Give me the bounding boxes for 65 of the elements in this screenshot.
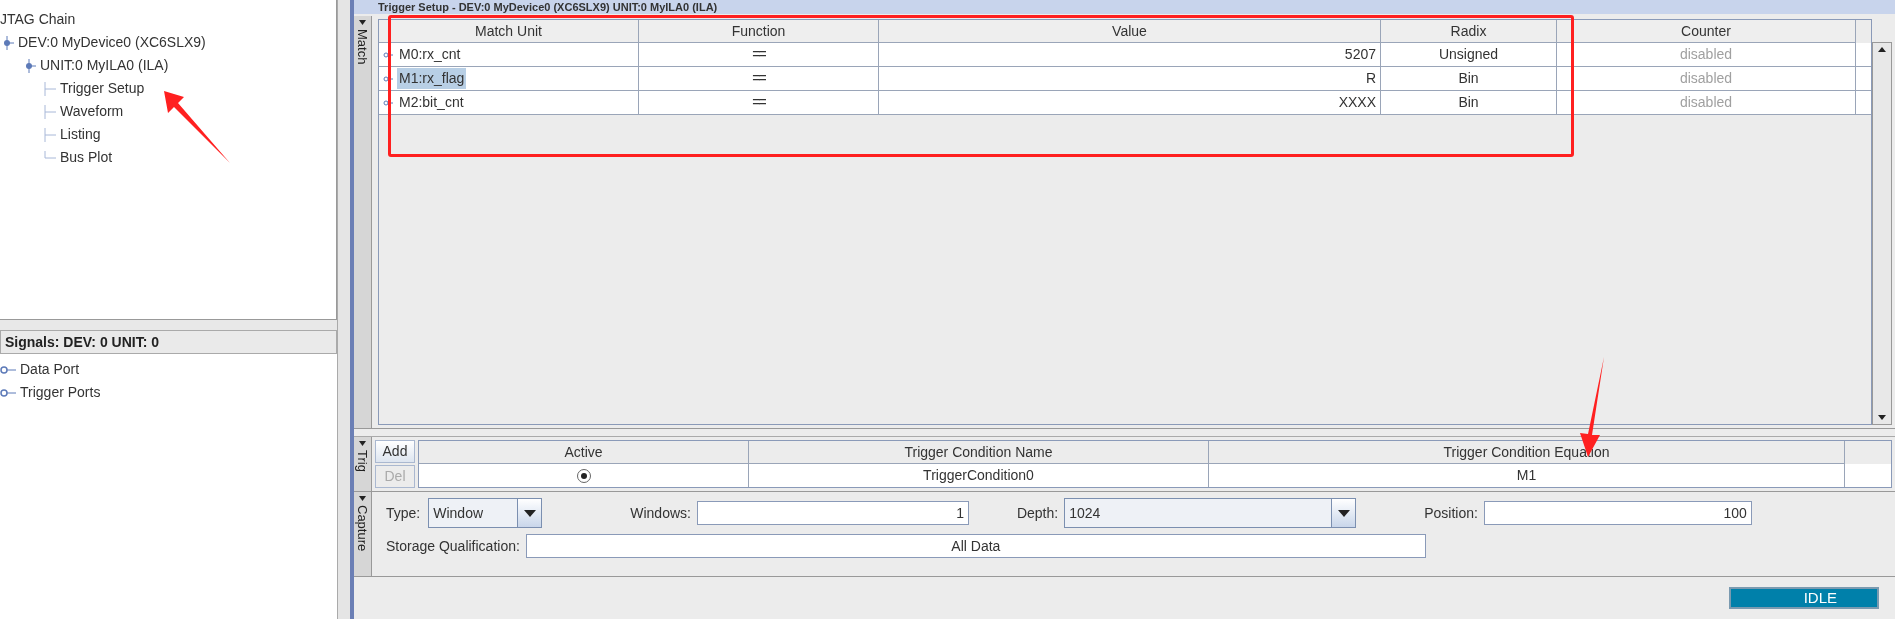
table-cell: M1: [1209, 464, 1845, 487]
caret-icon: [523, 509, 536, 517]
field-label: Storage Qualification:: [386, 536, 520, 556]
column-header[interactable]: Match Unit: [379, 20, 639, 43]
table-button[interactable]: Add: [375, 440, 415, 463]
column-header[interactable]: Value: [879, 20, 1381, 43]
table-cell: disabled: [1557, 91, 1856, 114]
table-cell: 5207: [879, 43, 1381, 66]
tree-item[interactable]: Trigger Setup: [60, 78, 145, 99]
tree-line-icon: [44, 81, 56, 96]
field-label: Depth:: [1016, 503, 1059, 523]
caret-icon: [1337, 509, 1350, 517]
port-icon: [0, 387, 16, 398]
section-tab[interactable]: Capture: [354, 492, 372, 576]
table-cell: ==: [639, 91, 879, 114]
scroll-down-icon: [1878, 415, 1886, 420]
table-cell: ==: [639, 67, 879, 90]
table-cell: M1:rx_flag: [397, 68, 467, 89]
table-cell: ==: [639, 43, 879, 66]
table-cell: disabled: [1557, 67, 1856, 90]
tree-line-icon: [44, 104, 56, 119]
table-cell: R: [879, 67, 1381, 90]
table-cell: Bin: [1381, 91, 1557, 114]
dropdown[interactable]: Window: [428, 498, 543, 528]
tree-root[interactable]: JTAG Chain: [0, 8, 336, 31]
table-cell-text: M2:bit_cnt: [398, 93, 465, 112]
table-cell: XXXX: [879, 91, 1381, 114]
column-header[interactable]: Function: [639, 20, 879, 43]
table-cell-text: M0:rx_cnt: [398, 45, 462, 64]
tree-item[interactable]: Waveform: [60, 101, 124, 122]
field-label: Position:: [1424, 503, 1478, 523]
tree-item[interactable]: Data Port: [20, 359, 80, 380]
port-icon: [0, 364, 16, 375]
collapse-icon: [359, 496, 366, 501]
expand-icon: [383, 98, 393, 107]
status-indicator: IDLE: [1729, 587, 1879, 609]
section-tab[interactable]: Trig: [354, 437, 372, 491]
windows-field[interactable]: 1: [696, 501, 969, 525]
radio-button[interactable]: [576, 468, 591, 483]
scroll-up-icon: [1878, 47, 1886, 52]
field-label: Type:: [386, 503, 421, 523]
table-cell: Unsigned: [1381, 43, 1557, 66]
tree-item[interactable]: Listing: [60, 124, 101, 145]
expand-icon: [383, 74, 393, 83]
expand-icon: [383, 50, 393, 59]
table-cell: Bin: [1381, 67, 1557, 90]
tree-item[interactable]: DEV:0 MyDevice0 (XC6SLX9): [18, 32, 206, 53]
section-tab[interactable]: Match: [354, 16, 372, 428]
table-cell: TriggerCondition0: [749, 464, 1209, 487]
collapse-icon: [359, 441, 366, 446]
tree-line-icon: [44, 127, 56, 142]
position-field[interactable]: 100: [1483, 501, 1752, 525]
storage-field[interactable]: All Data: [525, 534, 1426, 558]
table-cell: disabled: [1557, 43, 1856, 66]
window-title: Trigger Setup - DEV:0 MyDevice0 (XC6SLX9) UNIT:0 MyILA0 (ILA): [378, 0, 718, 14]
signals-header: Signals: DEV: 0 UNIT: 0: [0, 330, 337, 354]
tree-item[interactable]: UNIT:0 MyILA0 (ILA): [40, 55, 169, 76]
column-header[interactable]: Radix: [1381, 20, 1557, 43]
collapse-icon: [359, 20, 366, 25]
scrollbar[interactable]: [1872, 42, 1892, 425]
field-label: Windows:: [630, 503, 691, 523]
dropdown[interactable]: 1024: [1064, 498, 1357, 528]
tree-item[interactable]: Trigger Ports: [20, 382, 101, 403]
tree-item[interactable]: Bus Plot: [60, 147, 113, 168]
column-header[interactable]: Counter: [1557, 20, 1856, 43]
